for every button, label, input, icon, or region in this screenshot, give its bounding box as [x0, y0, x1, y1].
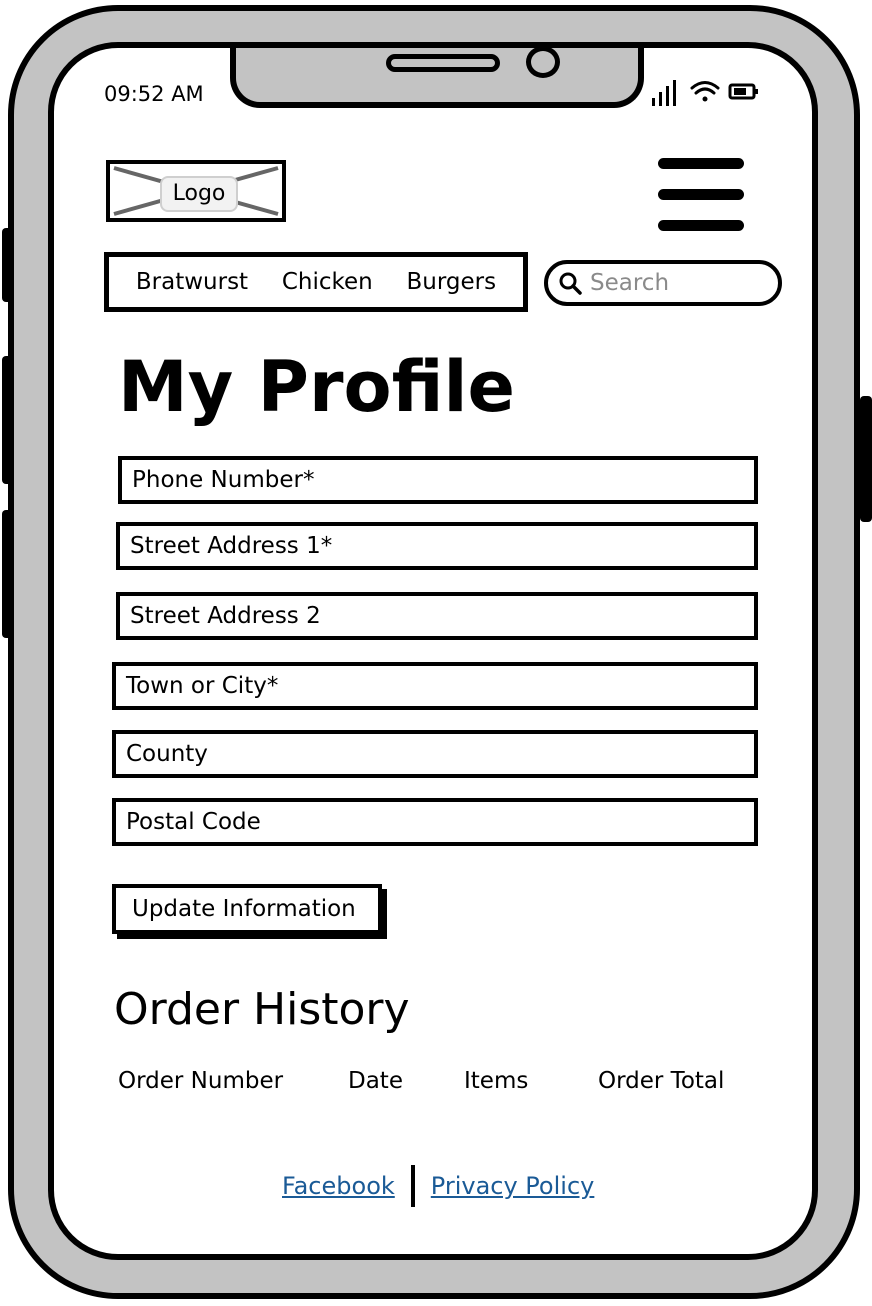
speaker-icon: [386, 54, 500, 72]
nav-item-bratwurst[interactable]: Bratwurst: [136, 269, 248, 295]
search-input[interactable]: [588, 269, 762, 297]
postal-code-field[interactable]: Postal Code: [112, 798, 758, 846]
notch: [230, 48, 644, 108]
update-information-button[interactable]: Update Information: [112, 884, 382, 934]
town-city-field[interactable]: Town or City*: [112, 662, 758, 710]
mute-button: [2, 510, 12, 638]
search-box: [544, 260, 782, 306]
battery-icon: [728, 83, 758, 100]
nav-item-chicken[interactable]: Chicken: [282, 269, 373, 295]
category-nav: Bratwurst Chicken Burgers: [104, 252, 528, 312]
footer: Facebook Privacy Policy: [282, 1164, 594, 1208]
order-history-title: Order History: [114, 984, 410, 1035]
column-header-date: Date: [348, 1068, 403, 1094]
facebook-link[interactable]: Facebook: [282, 1172, 395, 1200]
logo-placeholder[interactable]: Logo: [106, 160, 286, 222]
street-address-2-field[interactable]: Street Address 2: [116, 592, 758, 640]
signal-icon: [652, 80, 676, 106]
street-address-1-field[interactable]: Street Address 1*: [116, 522, 758, 570]
status-time: 09:52 AM: [104, 82, 204, 106]
search-icon[interactable]: [558, 271, 582, 295]
status-icons: [652, 76, 772, 106]
column-header-order-total: Order Total: [598, 1068, 725, 1094]
privacy-policy-link[interactable]: Privacy Policy: [431, 1172, 595, 1200]
county-field[interactable]: County: [112, 730, 758, 778]
column-header-items: Items: [464, 1068, 529, 1094]
camera-icon: [526, 48, 560, 78]
wifi-icon: [690, 81, 720, 102]
phone-number-field[interactable]: Phone Number*: [118, 456, 758, 504]
volume-down-button: [2, 356, 12, 484]
power-button: [860, 396, 872, 522]
page-title: My Profile: [118, 346, 515, 428]
hamburger-menu-icon[interactable]: [658, 158, 744, 234]
volume-up-button: [2, 228, 12, 302]
nav-item-burgers[interactable]: Burgers: [406, 269, 496, 295]
footer-divider: [410, 1165, 415, 1207]
phone-screen: 09:52 AM Logo Bratwurst Chicken Burgers …: [48, 42, 818, 1260]
logo-label: Logo: [160, 176, 238, 212]
column-header-order-number: Order Number: [118, 1068, 284, 1094]
